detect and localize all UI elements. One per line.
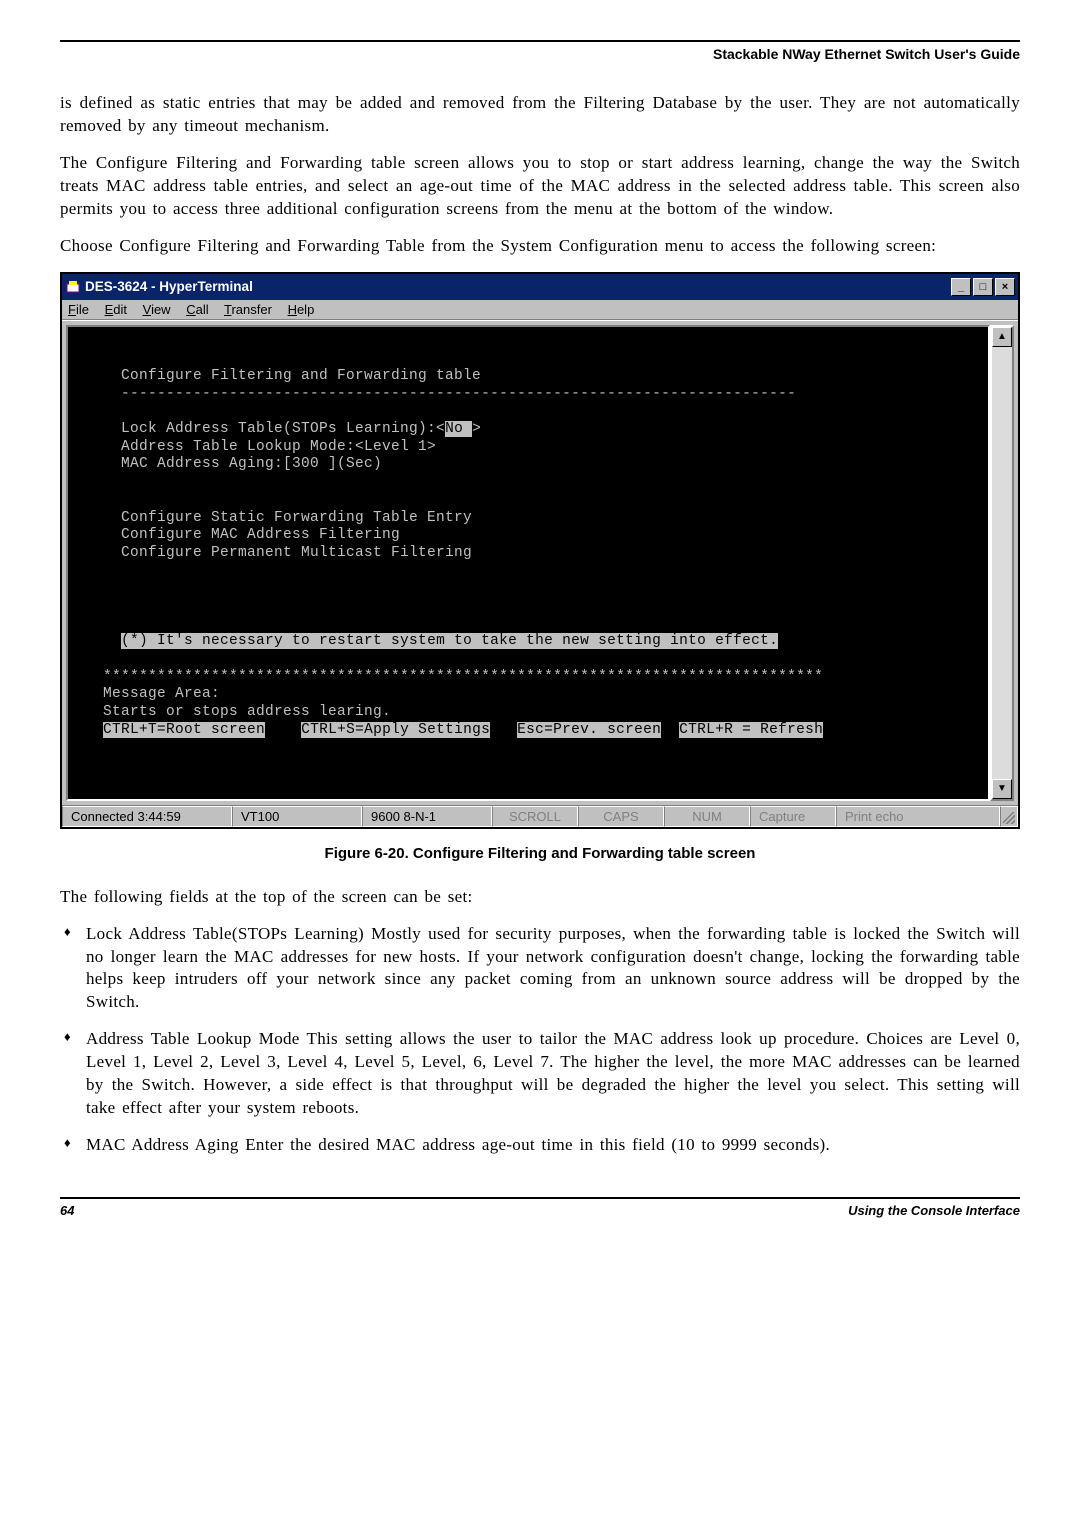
hyperterminal-window: DES-3624 - HyperTerminal _ □ × File Edit… bbox=[60, 272, 1020, 829]
footer: 64 Using the Console Interface bbox=[60, 1197, 1020, 1218]
menubar: File Edit View Call Transfer Help bbox=[62, 300, 1018, 320]
para-1: is defined as static entries that may be… bbox=[60, 92, 1020, 138]
statusbar: Connected 3:44:59 VT100 9600 8-N-1 SCROL… bbox=[62, 805, 1018, 827]
para-2: The Configure Filtering and Forwarding t… bbox=[60, 152, 1020, 221]
status-printecho: Print echo bbox=[836, 806, 1000, 827]
field-list: Lock Address Table(STOPs Learning) Mostl… bbox=[60, 923, 1020, 1157]
maximize-button[interactable]: □ bbox=[973, 278, 993, 296]
term-aging-line: MAC Address Aging:[300 ](Sec) bbox=[76, 456, 382, 472]
term-gap2 bbox=[490, 722, 517, 738]
term-cfg2: Configure MAC Address Filtering bbox=[76, 527, 400, 543]
page-number: 64 bbox=[60, 1203, 74, 1218]
menu-call[interactable]: Call bbox=[186, 302, 208, 317]
status-port: 9600 8-N-1 bbox=[362, 806, 492, 827]
term-msg-area: Message Area: bbox=[76, 686, 220, 702]
menu-view[interactable]: View bbox=[143, 302, 171, 317]
para-3: Choose Configure Filtering and Forwardin… bbox=[60, 235, 1020, 258]
close-icon: × bbox=[1002, 281, 1008, 293]
term-stars: ****************************************… bbox=[76, 669, 823, 685]
window-buttons: _ □ × bbox=[951, 278, 1015, 296]
maximize-icon: □ bbox=[980, 281, 987, 293]
term-blank bbox=[76, 350, 85, 366]
term-key-apply: CTRL+S=Apply Settings bbox=[301, 722, 490, 738]
term-cfg3: Configure Permanent Multicast Filtering bbox=[76, 545, 472, 561]
term-title-line: Configure Filtering and Forwarding table bbox=[76, 368, 481, 384]
scroll-track[interactable] bbox=[992, 347, 1012, 779]
app-icon bbox=[65, 279, 81, 295]
status-scroll: SCROLL bbox=[492, 806, 578, 827]
after-fig-intro: The following fields at the top of the s… bbox=[60, 886, 1020, 909]
terminal-content[interactable]: Configure Filtering and Forwarding table… bbox=[68, 327, 988, 799]
header-guide-title: Stackable NWay Ethernet Switch User's Gu… bbox=[60, 46, 1020, 62]
scroll-down-button[interactable]: ▼ bbox=[992, 779, 1012, 799]
term-lock-value[interactable]: No bbox=[445, 421, 472, 437]
bullet-lookup-mode: Address Table Lookup Mode This setting a… bbox=[60, 1028, 1020, 1120]
term-gap3 bbox=[661, 722, 679, 738]
terminal-wrap: Configure Filtering and Forwarding table… bbox=[62, 320, 1018, 805]
term-restart-note: (*) It's necessary to restart system to … bbox=[121, 633, 778, 649]
term-lock-pre: Lock Address Table(STOPs Learning):< bbox=[76, 421, 445, 437]
term-key-refresh: CTRL+R = Refresh bbox=[679, 722, 823, 738]
resize-grip[interactable] bbox=[1000, 806, 1018, 827]
menu-help[interactable]: Help bbox=[288, 302, 315, 317]
minimize-icon: _ bbox=[958, 281, 964, 293]
term-starts: Starts or stops address learing. bbox=[76, 704, 391, 720]
term-lock-post: > bbox=[472, 421, 481, 437]
window-title: DES-3624 - HyperTerminal bbox=[85, 279, 951, 294]
bullet-mac-aging: MAC Address Aging Enter the desired MAC … bbox=[60, 1134, 1020, 1157]
vertical-scrollbar[interactable]: ▲ ▼ bbox=[990, 325, 1014, 801]
header-rule bbox=[60, 40, 1020, 42]
term-key-root: CTRL+T=Root screen bbox=[103, 722, 265, 738]
status-emulation: VT100 bbox=[232, 806, 362, 827]
titlebar[interactable]: DES-3624 - HyperTerminal _ □ × bbox=[62, 274, 1018, 300]
status-num: NUM bbox=[664, 806, 750, 827]
term-gap1 bbox=[265, 722, 301, 738]
bullet-lock-address: Lock Address Table(STOPs Learning) Mostl… bbox=[60, 923, 1020, 1015]
figure-caption: Figure 6-20. Configure Filtering and For… bbox=[60, 845, 1020, 862]
term-sep-line: ----------------------------------------… bbox=[76, 386, 796, 402]
menu-edit[interactable]: Edit bbox=[105, 302, 127, 317]
status-caps: CAPS bbox=[578, 806, 664, 827]
scroll-up-button[interactable]: ▲ bbox=[992, 327, 1012, 347]
footer-section: Using the Console Interface bbox=[848, 1203, 1020, 1218]
menu-transfer[interactable]: Transfer bbox=[224, 302, 272, 317]
term-cfg1: Configure Static Forwarding Table Entry bbox=[76, 510, 472, 526]
minimize-button[interactable]: _ bbox=[951, 278, 971, 296]
terminal-border: Configure Filtering and Forwarding table… bbox=[66, 325, 990, 801]
menu-file[interactable]: File bbox=[68, 302, 89, 317]
status-connected: Connected 3:44:59 bbox=[62, 806, 232, 827]
close-button[interactable]: × bbox=[995, 278, 1015, 296]
term-key-prev: Esc=Prev. screen bbox=[517, 722, 661, 738]
term-lookup-line: Address Table Lookup Mode:<Level 1> bbox=[76, 439, 436, 455]
page: Stackable NWay Ethernet Switch User's Gu… bbox=[0, 0, 1080, 1248]
status-capture: Capture bbox=[750, 806, 836, 827]
